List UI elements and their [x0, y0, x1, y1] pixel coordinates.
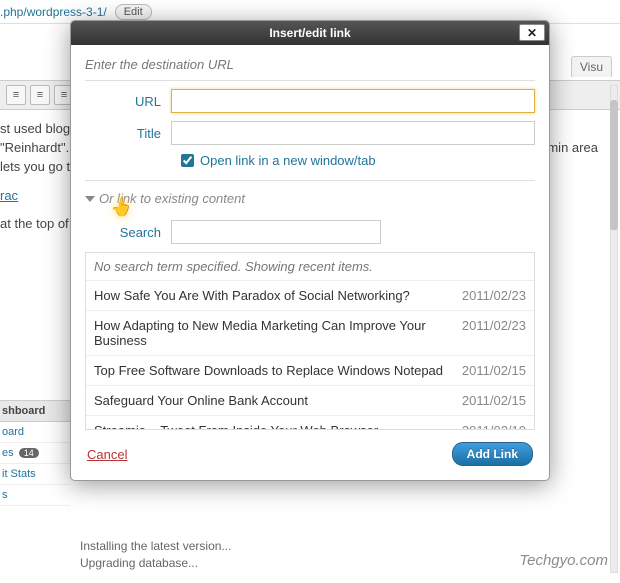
search-label: Search: [85, 225, 171, 240]
new-tab-label: Open link in a new window/tab: [200, 153, 376, 168]
chevron-down-icon: [85, 196, 95, 202]
url-label: URL: [85, 94, 171, 109]
list-item[interactable]: How Adapting to New Media Marketing Can …: [86, 310, 534, 355]
sidebar-item-stats[interactable]: it Stats: [0, 464, 70, 485]
new-tab-row: Open link in a new window/tab: [181, 153, 535, 168]
align-center-icon[interactable]: ≡: [30, 85, 50, 105]
editor-tabs: Visu: [571, 60, 612, 74]
result-date: 2011/02/23: [462, 288, 526, 303]
watermark: Techgyo.com: [519, 552, 608, 569]
sidebar-item-updates[interactable]: es 14: [0, 443, 70, 464]
new-tab-checkbox[interactable]: [181, 154, 194, 167]
result-title: Safeguard Your Online Bank Account: [94, 393, 462, 408]
result-date: 2011/02/23: [462, 318, 526, 348]
sidebar-item-label: es: [2, 447, 14, 459]
list-item[interactable]: Top Free Software Downloads to Replace W…: [86, 355, 534, 385]
title-input[interactable]: [171, 121, 535, 145]
dialog-intro: Enter the destination URL: [85, 55, 535, 81]
align-left-icon[interactable]: ≡: [6, 85, 26, 105]
log-line: Upgrading database...: [80, 556, 231, 570]
updates-badge: 14: [19, 448, 39, 458]
close-icon: ✕: [527, 26, 537, 40]
title-label: Title: [85, 126, 171, 141]
list-item[interactable]: Streamie – Tweet From Inside Your Web Br…: [86, 415, 534, 430]
list-item[interactable]: How Safe You Are With Paradox of Social …: [86, 280, 534, 310]
result-title: Top Free Software Downloads to Replace W…: [94, 363, 462, 378]
add-link-button[interactable]: Add Link: [452, 442, 533, 466]
breadcrumb-path: .php/wordpress-3-1/: [0, 5, 111, 19]
search-input[interactable]: [171, 220, 381, 244]
edit-permalink-button[interactable]: Edit: [115, 4, 152, 20]
dialog-title: Insert/edit link: [269, 26, 350, 40]
result-title: Streamie – Tweet From Inside Your Web Br…: [94, 423, 462, 430]
sidebar-item-dashboard[interactable]: oard: [0, 422, 70, 443]
list-item[interactable]: Safeguard Your Online Bank Account 2011/…: [86, 385, 534, 415]
cancel-button[interactable]: Cancel: [87, 447, 127, 462]
tab-visual[interactable]: Visu: [571, 56, 612, 77]
dialog-titlebar: Insert/edit link ✕: [71, 21, 549, 45]
page-scrollbar[interactable]: [610, 85, 618, 573]
results-hint: No search term specified. Showing recent…: [86, 253, 534, 280]
search-row: Search: [85, 220, 535, 244]
title-row: Title: [85, 121, 535, 145]
insert-link-dialog: Insert/edit link ✕ Enter the destination…: [70, 20, 550, 481]
results-list[interactable]: No search term specified. Showing recent…: [85, 252, 535, 430]
existing-content-label: Or link to existing content: [99, 191, 245, 206]
result-title: How Safe You Are With Paradox of Social …: [94, 288, 462, 303]
dialog-footer: Cancel Add Link: [85, 430, 535, 468]
result-date: 2011/02/10: [462, 423, 526, 430]
content-link[interactable]: rac: [0, 188, 18, 203]
admin-sidebar: shboard oard es 14 it Stats s: [0, 400, 70, 506]
url-row: URL: [85, 89, 535, 113]
sidebar-item-posts[interactable]: s: [0, 485, 70, 506]
scrollbar-thumb[interactable]: [610, 100, 618, 230]
log-line: Installing the latest version...: [80, 539, 231, 553]
close-button[interactable]: ✕: [519, 24, 545, 41]
url-input[interactable]: [171, 89, 535, 113]
upgrade-log: Installing the latest version... Upgradi…: [80, 536, 231, 573]
result-title: How Adapting to New Media Marketing Can …: [94, 318, 462, 348]
result-date: 2011/02/15: [462, 393, 526, 408]
result-date: 2011/02/15: [462, 363, 526, 378]
existing-content-toggle[interactable]: Or link to existing content 👆: [85, 180, 535, 210]
sidebar-heading: shboard: [0, 401, 70, 422]
